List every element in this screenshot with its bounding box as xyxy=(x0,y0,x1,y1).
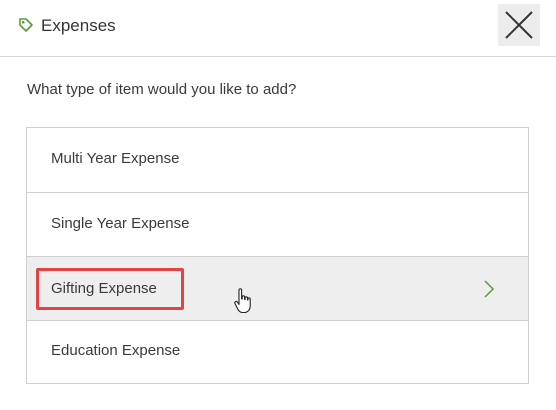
option-label: Gifting Expense xyxy=(51,280,157,297)
tag-icon xyxy=(19,18,33,32)
option-label: Multi Year Expense xyxy=(51,150,180,167)
chevron-right-icon xyxy=(484,280,495,298)
expense-type-list: Multi Year Expense Single Year Expense G… xyxy=(26,127,529,384)
option-single-year-expense[interactable]: Single Year Expense xyxy=(27,192,528,256)
close-icon xyxy=(505,11,533,39)
dialog-header: Expenses xyxy=(0,0,556,57)
prompt-text: What type of item would you like to add? xyxy=(27,81,297,98)
expenses-dialog: Expenses What type of item would you lik… xyxy=(0,0,556,410)
hand-cursor-icon xyxy=(234,288,251,314)
option-label: Single Year Expense xyxy=(51,215,190,232)
option-multi-year-expense[interactable]: Multi Year Expense xyxy=(27,128,528,192)
dialog-title: Expenses xyxy=(41,16,116,35)
option-education-expense[interactable]: Education Expense xyxy=(27,320,528,384)
close-button[interactable] xyxy=(498,4,540,46)
option-label: Education Expense xyxy=(51,342,181,359)
option-gifting-expense[interactable]: Gifting Expense xyxy=(27,256,528,321)
